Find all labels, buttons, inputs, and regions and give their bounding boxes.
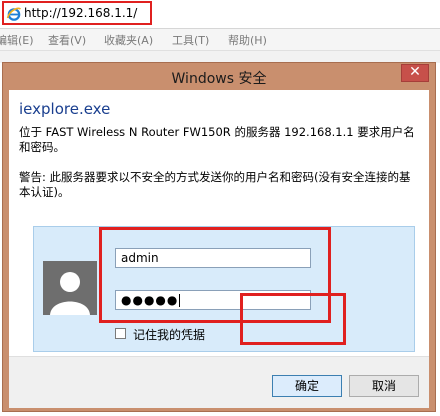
- dialog-title: Windows 安全: [171, 71, 267, 87]
- user-avatar-icon: [43, 261, 97, 315]
- menu-tools[interactable]: 工具(T): [172, 32, 209, 48]
- address-bar-row: http://192.168.1.1/: [0, 0, 440, 29]
- menu-favorites[interactable]: 收藏夹(A): [104, 32, 153, 48]
- app-name: iexplore.exe: [19, 100, 111, 118]
- remember-label: 记住我的凭据: [133, 328, 206, 342]
- windows-security-dialog: Windows 安全 ✕ iexplore.exe 位于 FAST Wirele…: [2, 62, 436, 412]
- menu-edit[interactable]: 编辑(E): [0, 32, 34, 48]
- ok-annotation-box: [240, 293, 346, 345]
- menu-view[interactable]: 查看(V): [48, 32, 86, 48]
- close-icon[interactable]: ✕: [401, 64, 429, 82]
- security-warning: 警告: 此服务器要求以不安全的方式发送你的用户名和密码(没有安全连接的基本认证)…: [19, 170, 411, 199]
- browser-menu-bar: 编辑(E) 查看(V) 收藏夹(A) 工具(T) 帮助(H): [0, 29, 440, 51]
- dialog-titlebar[interactable]: Windows 安全 ✕: [3, 63, 435, 90]
- auth-message: 位于 FAST Wireless N Router FW150R 的服务器 19…: [19, 125, 415, 154]
- remember-checkbox[interactable]: [115, 328, 126, 339]
- cancel-button[interactable]: 取消: [349, 375, 419, 397]
- url-annotation-box: [2, 1, 152, 25]
- ok-button[interactable]: 确定: [272, 375, 342, 397]
- dialog-footer: 确定 取消: [9, 356, 429, 408]
- dialog-content: iexplore.exe 位于 FAST Wireless N Router F…: [9, 90, 429, 408]
- menu-help[interactable]: 帮助(H): [228, 32, 267, 48]
